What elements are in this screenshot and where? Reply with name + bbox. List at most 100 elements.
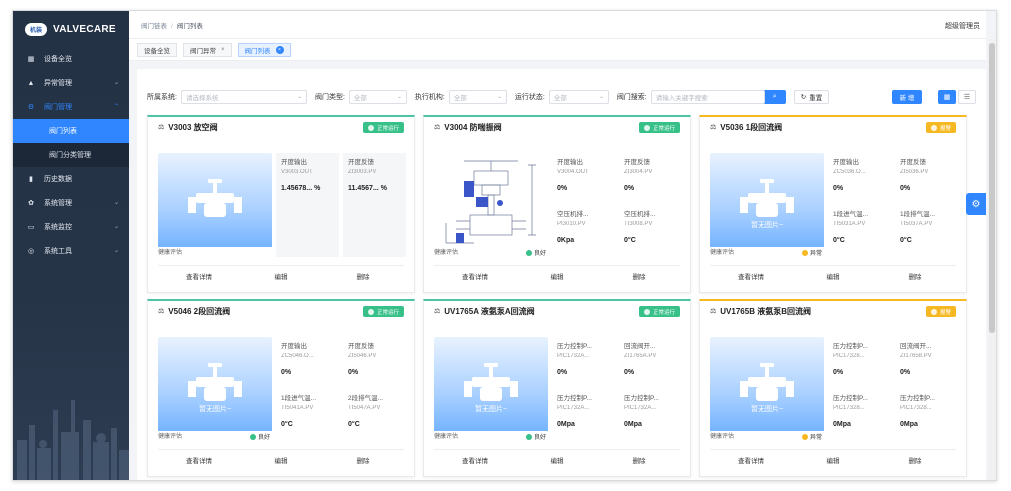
metric-cell: 压力控制P... PIC17328... 0Mpa <box>895 389 958 441</box>
valve-icon: ⚖ <box>158 124 165 131</box>
type-select[interactable]: 全部 ⌄ <box>348 90 407 104</box>
health-assessment: 健康评估 <box>158 247 272 257</box>
metric-value: 0Mpa <box>900 421 918 428</box>
topbar: 阀门链表 / 阀门列表 超级管理员 <box>129 11 986 39</box>
metric-value: 0°C <box>833 237 845 244</box>
tab-label: 阀门异常 <box>190 47 216 55</box>
list-view-button[interactable]: ☰ <box>958 90 976 104</box>
edit-button[interactable]: 编辑 <box>516 266 598 289</box>
tab-valve-alarm[interactable]: 阀门异常 × <box>183 42 232 57</box>
view-details-button[interactable]: 查看详情 <box>158 450 240 473</box>
logo-badge: 机装 <box>25 22 47 36</box>
metric-name: 2段排气温... <box>348 395 384 402</box>
actuator-select[interactable]: 全部 ⌄ <box>448 90 507 104</box>
sidebar-item-label: 历史数据 <box>44 176 72 183</box>
health-value: 良好 <box>249 432 270 441</box>
system-select[interactable]: 请选择系统 ⌄ <box>180 90 307 104</box>
tab-valve-list[interactable]: 阀门列表 × <box>237 42 291 57</box>
delete-button[interactable]: 删除 <box>598 450 680 473</box>
card-actions: 查看详情 编辑 删除 <box>158 449 404 473</box>
metric-tag: PIC1732A... <box>557 353 590 359</box>
metric-value: 0°C <box>900 237 912 244</box>
health-text: 良好 <box>533 435 546 441</box>
valve-search-label: 阀门搜索: <box>616 94 647 101</box>
card-actions: 查看详情 编辑 删除 <box>434 449 680 473</box>
edit-button[interactable]: 编辑 <box>240 266 322 289</box>
valve-placeholder-icon <box>188 179 242 217</box>
delete-button[interactable]: 删除 <box>322 266 404 289</box>
sidebar-item-label: 系统工具 <box>44 248 72 255</box>
sidebar-item-valve-manage[interactable]: ⚙ 阀门管理 ⌃ <box>13 95 129 119</box>
edit-button[interactable]: 编辑 <box>240 450 322 473</box>
refresh-icon: ↻ <box>800 94 807 101</box>
sidebar-subitem-valve-category[interactable]: 阀门分类管理 <box>13 143 129 167</box>
metric-tag: ZC5036.O... <box>833 169 866 175</box>
metric-name: 空压机排... <box>557 211 589 218</box>
edit-button[interactable]: 编辑 <box>792 266 874 289</box>
status-text: 报警 <box>939 309 951 316</box>
metric-name: 开度输出 <box>281 343 307 350</box>
search-button[interactable]: ⌕ <box>763 90 786 104</box>
sidebar-item-system-tools[interactable]: ◎ 系统工具 ⌄ <box>13 239 129 263</box>
heart-icon <box>525 434 532 440</box>
valve-placeholder-icon <box>740 179 794 217</box>
scrollbar-thumb[interactable] <box>989 43 995 333</box>
health-text: 异常 <box>809 251 822 257</box>
delete-button[interactable]: 删除 <box>874 266 956 289</box>
card-title: UV1765B 液氨泵B回流阀 <box>720 306 811 316</box>
grid-icon: ▦ <box>943 94 951 101</box>
valve-card: ⚖ V5036 1段回流阀 报警 暂无图片~ 健康评估 异常 开度输出 ZC50… <box>699 115 967 293</box>
metric-value: 0% <box>557 185 568 192</box>
reset-button[interactable]: ↻ 重置 <box>793 90 830 104</box>
health-assessment: 健康评估 良好 <box>434 247 548 257</box>
health-label: 健康评估 <box>158 434 183 440</box>
page-scrollbar[interactable] <box>988 39 996 480</box>
metric-value: 0Kpa <box>557 237 575 244</box>
delete-button[interactable]: 删除 <box>598 266 680 289</box>
health-assessment: 健康评估 异常 <box>710 247 824 257</box>
view-details-button[interactable]: 查看详情 <box>710 450 792 473</box>
sidebar-item-label: 异常管理 <box>44 80 72 87</box>
view-details-button[interactable]: 查看详情 <box>158 266 240 289</box>
sidebar-item-history[interactable]: ▮ 历史数据 <box>13 167 129 191</box>
sidebar-item-alarm[interactable]: ▲ 异常管理 ⌄ <box>13 71 129 95</box>
breadcrumb-item[interactable]: 阀门链表 <box>141 23 167 30</box>
close-icon[interactable]: × <box>221 47 225 53</box>
logo: 机装 VALVECARE <box>13 11 129 47</box>
add-button[interactable]: 新 增 <box>892 90 922 104</box>
valve-settings-icon: ⚙ <box>27 104 35 111</box>
metric-name: 开度反馈 <box>348 343 374 350</box>
close-icon[interactable]: × <box>275 45 284 54</box>
status-badge: 报警 <box>925 306 956 317</box>
metric-name: 回流阀开... <box>900 343 932 350</box>
sidebar-item-overview[interactable]: ▦ 设备全览 <box>13 47 129 71</box>
delete-button[interactable]: 删除 <box>322 450 404 473</box>
card-actions: 查看详情 编辑 删除 <box>434 265 680 289</box>
run-status-select[interactable]: 全部 ⌄ <box>548 90 609 104</box>
user-menu[interactable]: 超级管理员 <box>945 21 980 31</box>
view-details-button[interactable]: 查看详情 <box>434 450 516 473</box>
sidebar-item-system-manage[interactable]: ✿ 系统管理 ⌄ <box>13 191 129 215</box>
metric-value: 1.45678... % <box>281 185 321 192</box>
edit-button[interactable]: 编辑 <box>792 450 874 473</box>
metric-value: 0% <box>624 185 635 192</box>
grid-view-button[interactable]: ▦ <box>938 90 956 104</box>
metric-name: 压力控制P... <box>624 395 659 402</box>
status-text: 正常运行 <box>652 125 675 132</box>
sidebar-subitem-valve-list[interactable]: 阀门列表 <box>13 119 129 143</box>
delete-button[interactable]: 删除 <box>874 450 956 473</box>
card-header: ⚖ UV1765B 液氨泵B回流阀 报警 <box>700 301 966 321</box>
edit-button[interactable]: 编辑 <box>516 450 598 473</box>
status-dot-icon <box>367 308 374 315</box>
view-details-button[interactable]: 查看详情 <box>434 266 516 289</box>
valve-search-input[interactable]: 请输入关键字搜索 <box>650 90 765 104</box>
view-details-button[interactable]: 查看详情 <box>710 266 792 289</box>
chevron-down-icon: ⌄ <box>297 94 302 100</box>
metric-tag: PI3010.PV <box>557 221 586 227</box>
health-label: 健康评估 <box>158 250 183 256</box>
settings-float-button[interactable]: ⚙ <box>966 193 986 215</box>
tab-overview[interactable]: 设备全览 <box>137 42 177 57</box>
valve-card: ⚖ V3003 放空阀 正常运行 健康评估 开度输出 V3003.OUT 1.4… <box>147 115 415 293</box>
no-image-text: 暂无图片~ <box>198 406 232 413</box>
sidebar-item-system-monitor[interactable]: ▭ 系统监控 ⌄ <box>13 215 129 239</box>
